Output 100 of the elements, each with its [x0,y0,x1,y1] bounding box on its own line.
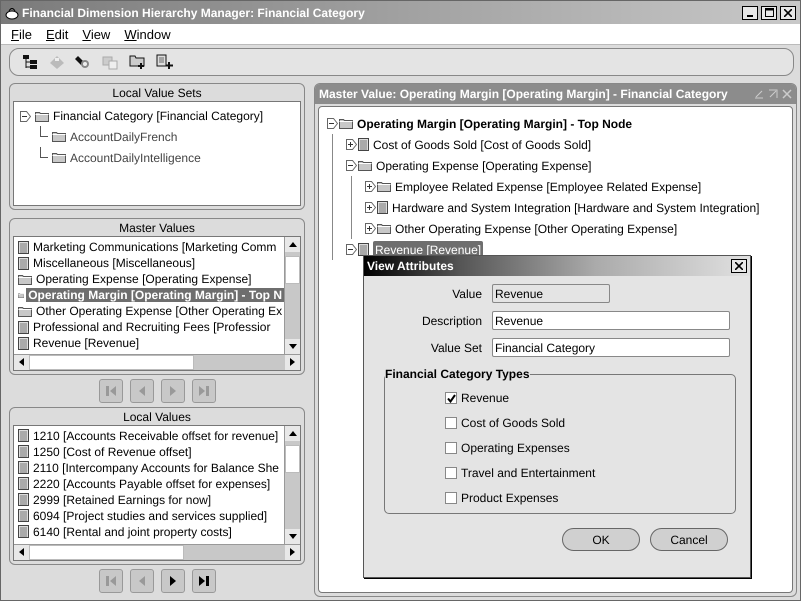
copy-icon [102,54,120,70]
folder-icon [339,118,353,129]
expand-icon[interactable] [365,202,376,213]
document-icon [358,138,369,151]
previous-icon [138,574,146,587]
folder-icon [358,160,372,171]
dialog-title: View Attributes [367,259,454,273]
minimize-button[interactable] [742,6,758,20]
scroll-left-icon[interactable] [19,548,24,556]
dialog-button[interactable]: Cancel [650,528,728,551]
tree-item[interactable]: AccountDailyFrench [70,130,178,144]
list-item[interactable]: 2110 [Intercompany Accounts for Balance She [33,460,279,475]
document-icon [18,461,29,474]
collapse-icon[interactable] [346,160,357,171]
checkbox[interactable] [445,467,457,479]
input-field[interactable]: Financial Category [492,338,730,357]
collapse-icon[interactable] [346,244,357,255]
checkmark-icon [446,394,456,402]
list-item[interactable]: Professional and Recruiting Fees [Professior [33,320,270,334]
close-button[interactable] [731,259,747,273]
horizontal-scrollbar[interactable] [14,354,300,370]
checkbox[interactable] [445,492,457,504]
checkbox[interactable] [445,392,457,404]
input-field[interactable]: Revenue [492,311,730,330]
menu-item[interactable]: File [11,27,32,42]
tree-item[interactable]: Operating Margin [Operating Margin] - Top Node [357,116,632,130]
expand-icon[interactable] [365,223,376,234]
collapse-icon[interactable] [20,110,31,122]
horizontal-scrollbar[interactable] [14,544,300,560]
list-item[interactable]: 6140 [Rental and joint property costs] [33,524,232,539]
document-icon [18,525,29,538]
tree-item[interactable]: Cost of Goods Sold [Cost of Goods Sold] [373,138,592,152]
maximize-button[interactable] [761,6,777,20]
first-icon [106,574,116,587]
last-page-button[interactable] [192,568,216,593]
scroll-down-icon[interactable] [288,534,296,539]
vertical-scrollbar[interactable] [284,426,300,544]
tree-item[interactable]: AccountDailyIntelligence [70,150,201,164]
checkbox-label: Product Expenses [461,491,558,505]
checkbox[interactable] [445,442,457,454]
dialog-button[interactable]: OK [562,528,640,551]
scroll-thumb[interactable] [29,544,184,560]
list-item[interactable]: 6094 [Project studies and services supplied] [33,508,268,523]
list-item[interactable]: Operating Margin [Operating Margin] - Top N [26,288,284,302]
close-icon [735,262,743,270]
collapse-icon[interactable] [327,118,338,129]
field-label: Description [420,314,482,328]
expand-icon[interactable] [365,181,376,192]
vertical-scrollbar[interactable] [284,237,300,354]
first-icon [106,384,116,397]
tree-item[interactable]: Employee Related Expense [Employee Related Expense] [395,180,702,194]
checkbox-label: Operating Expenses [461,441,570,455]
scroll-up-icon[interactable] [288,242,296,248]
menu-item[interactable]: View [82,27,110,42]
list-item[interactable]: 1210 [Accounts Receivable offset for revenue] [33,428,278,443]
list-item[interactable]: Other Operating Expense [Other Operating Ex [36,304,282,318]
scroll-right-icon[interactable] [290,548,295,556]
scroll-up-icon[interactable] [288,430,296,436]
list-item[interactable]: Operating Expense [Operating Expense] [36,272,252,286]
tree-item[interactable]: Hardware and System Integration [Hardware and System Integration] [392,200,760,214]
tree-item[interactable]: Other Operating Expense [Other Operating Expense] [395,222,678,236]
checkbox-label: Travel and Entertainment [461,466,596,480]
document-icon [18,477,29,490]
window-title: Financial Dimension Hierarchy Manager: Financial Category [22,6,366,20]
tree-connector [40,147,48,158]
scroll-right-icon[interactable] [290,358,295,366]
menu-item[interactable]: Window [124,27,171,42]
list-item[interactable]: 1250 [Cost of Revenue offset] [33,444,192,459]
checkbox-label: Cost of Goods Sold [461,416,566,430]
list-item[interactable]: 2999 [Retained Earnings for now] [33,492,212,507]
tree-item[interactable]: Financial Category [Financial Category] [53,109,264,123]
scroll-thumb[interactable] [285,256,300,284]
list-item[interactable]: 2220 [Accounts Payable offset for expenses] [33,476,270,491]
scroll-thumb[interactable] [285,444,300,473]
hierarchy-icon[interactable] [20,52,40,72]
checkbox-label: Revenue [461,391,510,405]
panel-title: Local Values [122,408,192,425]
input-field[interactable]: Revenue [492,284,610,303]
scroll-left-icon[interactable] [19,358,24,366]
menu-item[interactable]: Edit [46,27,68,42]
document-icon [18,240,29,254]
minimize-icon [747,14,753,16]
list-item[interactable]: Marketing Communications [Marketing Comm [33,240,276,254]
document-icon [18,320,29,334]
scroll-thumb[interactable] [29,354,194,370]
field-label: Value Set [430,340,482,354]
close-button[interactable] [780,6,796,20]
list-item[interactable]: Miscellaneous [Miscellaneous] [33,256,196,270]
folder-icon [18,274,32,285]
tree-item[interactable]: Operating Expense [Operating Expense] [376,158,592,172]
checkbox[interactable] [445,417,457,429]
last-icon [198,574,208,587]
field-label: Value [451,286,482,300]
panel-title: Master Value: Operating Margin [Operating Margin] - Financial Category [319,87,729,101]
scroll-down-icon[interactable] [288,344,296,349]
panel-title: Master Values [118,220,196,236]
expand-icon[interactable] [346,139,357,150]
next-page-button[interactable] [160,568,184,593]
list-item[interactable]: Revenue [Revenue] [33,336,140,350]
add-value-icon[interactable] [155,52,175,72]
